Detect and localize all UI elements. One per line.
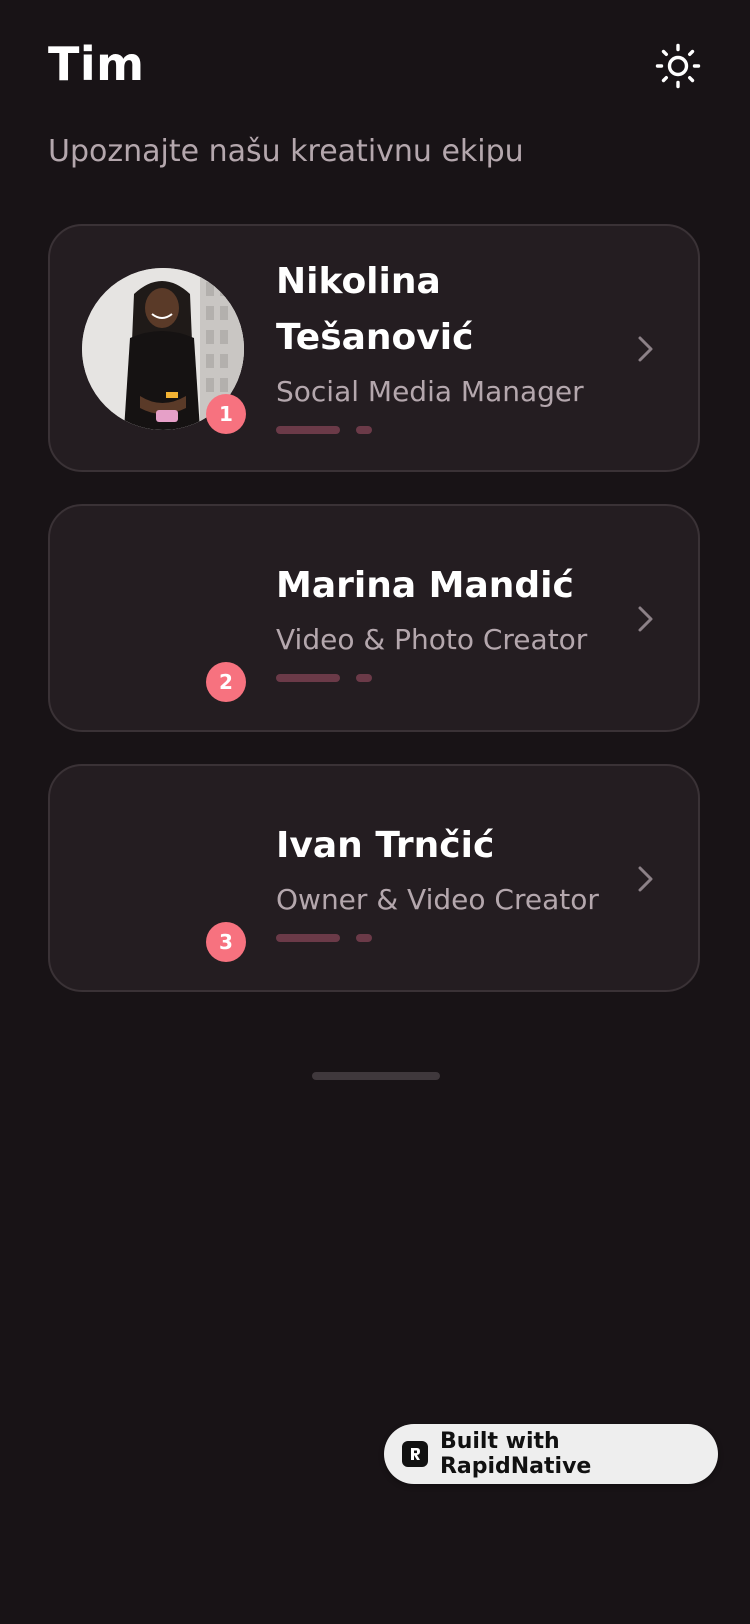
chevron-right-icon — [634, 864, 658, 894]
theme-toggle-button[interactable] — [652, 40, 704, 92]
progress-indicator — [276, 426, 608, 434]
member-info: Nikolina Tešanović Social Media Manager — [276, 254, 608, 434]
progress-bar-long — [276, 674, 340, 682]
rank-badge: 1 — [206, 394, 246, 434]
team-member-card[interactable]: 3 Ivan Trnčić Owner & Video Creator — [48, 764, 700, 992]
progress-bar-short — [356, 426, 372, 434]
team-member-card[interactable]: 1 Nikolina Tešanović Social Media Manage… — [48, 224, 700, 472]
progress-indicator — [276, 674, 608, 682]
scroll-indicator[interactable] — [312, 1072, 440, 1080]
progress-indicator — [276, 934, 608, 942]
built-with-badge[interactable]: Built with RapidNative — [384, 1424, 718, 1484]
member-info: Ivan Trnčić Owner & Video Creator — [276, 818, 608, 942]
chevron-right-icon — [634, 334, 658, 364]
page-subtitle: Upoznajte našu kreativnu ekipu — [48, 134, 524, 169]
member-info: Marina Mandić Video & Photo Creator — [276, 558, 608, 682]
member-role: Video & Photo Creator — [276, 623, 588, 656]
sun-icon — [655, 43, 701, 89]
rank-badge: 2 — [206, 662, 246, 702]
team-screen: Tim Upoznajte našu kreativnu ekipu 1 Nik… — [0, 0, 750, 1624]
chevron-right-icon — [634, 604, 658, 634]
member-name: Ivan Trnčić — [276, 825, 495, 866]
built-with-label: Built with RapidNative — [439, 1429, 592, 1479]
progress-bar-short — [356, 674, 372, 682]
team-member-card[interactable]: 2 Marina Mandić Video & Photo Creator — [48, 504, 700, 732]
progress-bar-short — [356, 934, 372, 942]
rank-badge: 3 — [206, 922, 246, 962]
member-role: Owner & Video Creator — [276, 883, 599, 916]
progress-bar-long — [276, 426, 340, 434]
progress-bar-long — [276, 934, 340, 942]
member-role: Social Media Manager — [276, 375, 584, 408]
member-name: Marina Mandić — [276, 565, 574, 606]
page-title: Tim — [48, 37, 145, 91]
member-name: Nikolina Tešanović — [276, 261, 474, 358]
rapidnative-logo-icon — [402, 1441, 428, 1467]
